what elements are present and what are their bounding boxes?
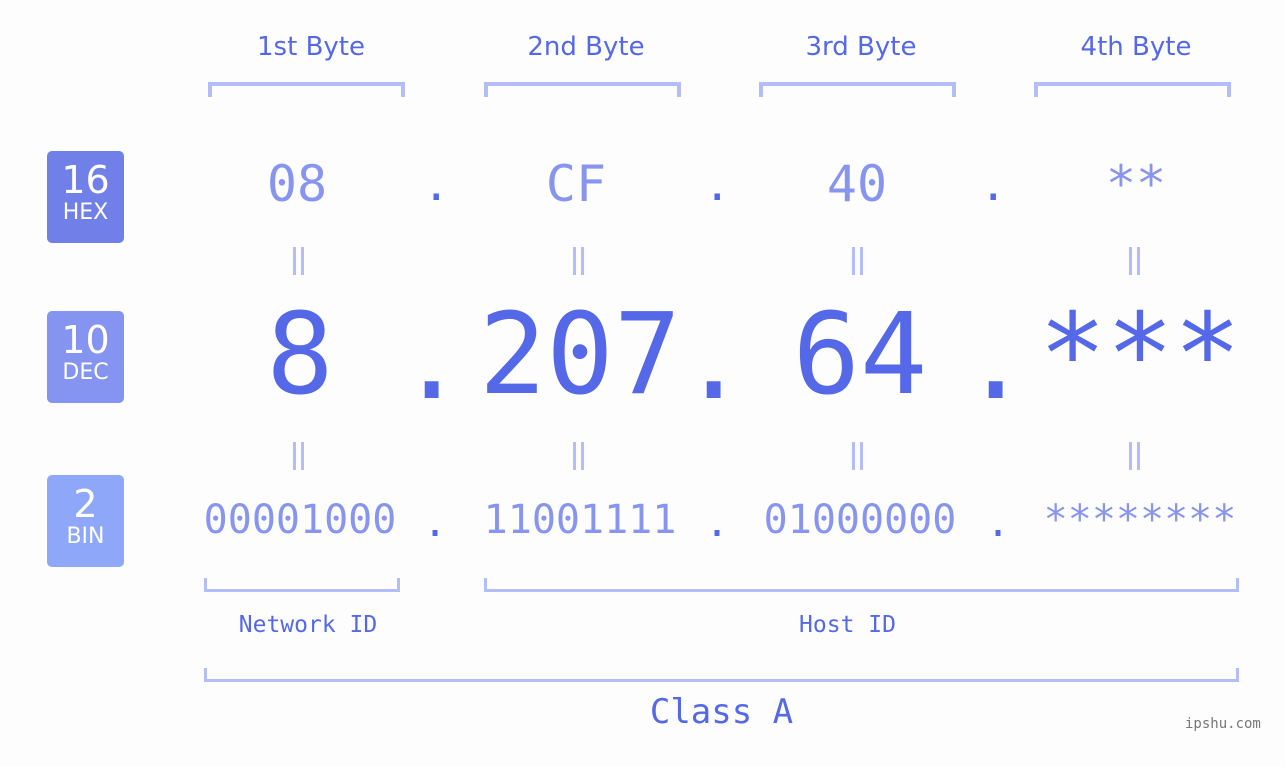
dec-badge: 10 DEC <box>47 311 124 403</box>
bin-byte-2: 11001111 <box>483 497 677 543</box>
bin-separator-1: . <box>423 500 448 546</box>
equals-hex-dec-1 <box>292 247 306 275</box>
class-bracket <box>204 668 1239 682</box>
hex-separator-1: . <box>423 160 450 211</box>
byte-bracket-3 <box>759 82 956 97</box>
hex-byte-3: 40 <box>826 155 888 213</box>
bin-base-number: 2 <box>73 482 98 526</box>
bin-byte-3: 01000000 <box>763 497 957 543</box>
equals-dec-bin-1 <box>292 442 306 470</box>
hex-byte-4: ** <box>1105 155 1167 213</box>
byte-header-2: 2nd Byte <box>527 32 645 62</box>
hex-base-label: HEX <box>62 200 109 225</box>
equals-hex-dec-4 <box>1128 247 1142 275</box>
bin-byte-1: 00001000 <box>203 497 397 543</box>
bin-separator-2: . <box>705 500 730 546</box>
byte-header-3: 3rd Byte <box>805 32 917 62</box>
hex-separator-3: . <box>980 160 1007 211</box>
hex-badge: 16 HEX <box>47 151 124 243</box>
byte-header-4: 4th Byte <box>1080 32 1192 62</box>
equals-dec-bin-2 <box>572 442 586 470</box>
host-id-bracket <box>484 578 1239 592</box>
dec-base-label: DEC <box>62 360 109 385</box>
dec-separator-3: . <box>962 295 1030 425</box>
equals-hex-dec-2 <box>572 247 586 275</box>
ip-class-label: Class A <box>649 692 794 732</box>
hex-byte-2: CF <box>545 155 607 213</box>
dec-base-number: 10 <box>61 318 110 362</box>
equals-dec-bin-3 <box>851 442 865 470</box>
byte-bracket-2 <box>484 82 681 97</box>
host-id-label: Host ID <box>799 612 896 638</box>
hex-base-number: 16 <box>61 158 110 202</box>
bin-base-label: BIN <box>66 524 105 549</box>
bin-separator-3: . <box>986 500 1011 546</box>
watermark: ipshu.com <box>1185 716 1261 732</box>
equals-hex-dec-3 <box>851 247 865 275</box>
dec-byte-4: *** <box>1038 290 1242 420</box>
bin-byte-4: ******** <box>1043 497 1237 543</box>
network-id-bracket <box>204 578 400 592</box>
dec-separator-1: . <box>398 295 466 425</box>
byte-bracket-1 <box>208 82 405 97</box>
dec-separator-2: . <box>680 295 748 425</box>
bin-badge: 2 BIN <box>47 475 124 567</box>
equals-dec-bin-4 <box>1128 442 1142 470</box>
network-id-label: Network ID <box>238 612 378 638</box>
byte-header-1: 1st Byte <box>257 32 365 62</box>
byte-bracket-4 <box>1034 82 1231 97</box>
hex-byte-1: 08 <box>266 155 328 213</box>
hex-separator-2: . <box>704 160 731 211</box>
